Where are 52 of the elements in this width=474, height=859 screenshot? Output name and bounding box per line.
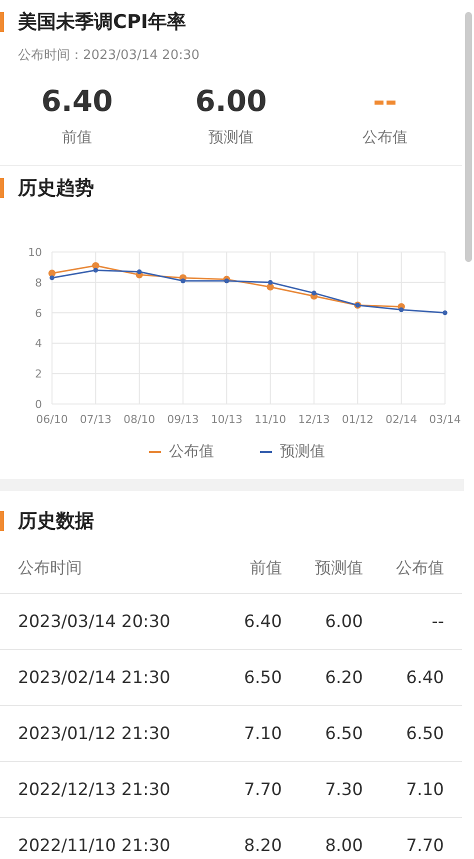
- table-cell: 8.00: [325, 836, 363, 856]
- table-cell: 2023/02/14 21:30: [18, 668, 170, 688]
- summary-label: 公布值: [362, 128, 408, 147]
- table-cell: 6.50: [325, 724, 363, 744]
- table-cell: 7.70: [244, 780, 282, 800]
- table-cell: 2023/01/12 21:30: [18, 724, 170, 744]
- summary-label: 预测值: [208, 128, 254, 147]
- axis-label: 02/14: [385, 413, 418, 426]
- axis-label: 01/12: [342, 413, 374, 426]
- legend-label: 公布值: [169, 442, 214, 461]
- table-cell: 6.00: [325, 612, 363, 632]
- axis-label: 06/10: [36, 413, 68, 426]
- axis-label: 2: [35, 368, 42, 381]
- section-title: 历史数据: [18, 509, 94, 534]
- axis-label: 4: [35, 337, 42, 350]
- axis-label: 08/10: [123, 413, 156, 426]
- table-cell: 2022/12/13 21:30: [18, 780, 170, 800]
- axis-label: 07/13: [80, 413, 112, 426]
- table-cell: 6.40: [406, 668, 444, 688]
- axis-label: 6: [35, 306, 42, 320]
- table-cell: 6.50: [406, 724, 444, 744]
- summary-value: --: [372, 84, 398, 118]
- axis-label: 0: [35, 398, 42, 411]
- table-cell: 6.50: [244, 668, 282, 688]
- summary-value: 6.40: [41, 84, 113, 118]
- column-header: 公布值: [396, 558, 444, 576]
- summary-value: 6.00: [195, 84, 267, 118]
- section-title: 历史趋势: [18, 176, 94, 201]
- table-cell: 7.10: [406, 780, 444, 800]
- column-header: 预测值: [314, 558, 363, 576]
- table-cell: 8.20: [244, 836, 282, 856]
- axis-label: 10: [28, 246, 42, 259]
- table-cell: 7.30: [325, 780, 363, 800]
- table-cell: 6.20: [325, 668, 363, 688]
- table-cell: 7.10: [244, 724, 282, 744]
- column-header: 公布时间: [18, 558, 82, 576]
- table-cell: 2022/11/10 21:30: [18, 836, 170, 856]
- axis-label: 11/10: [254, 413, 286, 426]
- table-cell: 7.70: [406, 836, 444, 856]
- publish-time: 公布时间：2023/03/14 20:30: [17, 47, 201, 64]
- page-title: 美国未季调CPI年率: [18, 10, 186, 35]
- table-cell: --: [432, 612, 444, 632]
- summary-label: 前值: [62, 128, 92, 147]
- legend-label: 预测值: [280, 442, 325, 461]
- table-cell: 2023/03/14 20:30: [18, 612, 170, 632]
- column-header: 前值: [250, 558, 282, 576]
- axis-label: 12/13: [298, 413, 330, 426]
- axis-label: 10/13: [210, 413, 243, 426]
- axis-label: 09/13: [167, 413, 199, 426]
- table-cell: 6.40: [244, 612, 282, 632]
- axis-label: 8: [35, 276, 42, 290]
- axis-label: 03/14: [429, 413, 461, 426]
